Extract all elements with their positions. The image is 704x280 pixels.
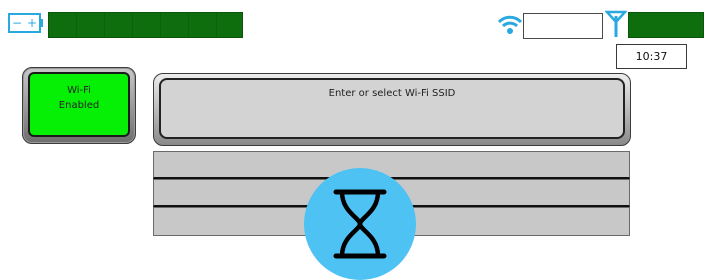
wifi-toggle-label-line1: Wi-Fi [67, 84, 91, 96]
wifi-toggle-face: Wi-Fi Enabled [28, 72, 130, 137]
svg-text:−: − [12, 16, 22, 30]
ssid-input-face: Enter or select Wi-Fi SSID [159, 78, 625, 139]
ssid-input[interactable]: Enter or select Wi-Fi SSID [153, 73, 631, 146]
clock: 10:37 [616, 44, 687, 69]
svg-text:+: + [27, 16, 37, 30]
wifi-enabled-toggle[interactable]: Wi-Fi Enabled [22, 67, 136, 144]
wifi-strength-indicator [523, 13, 603, 39]
ssid-placeholder: Enter or select Wi-Fi SSID [328, 88, 456, 99]
cellular-signal-bar [628, 12, 704, 38]
network-list-row[interactable] [153, 151, 630, 179]
antenna-icon [604, 10, 628, 38]
busy-indicator [304, 168, 416, 280]
wifi-signal-icon [497, 12, 523, 36]
battery-icon: − + [8, 12, 44, 34]
hourglass-icon [333, 189, 387, 259]
battery-level-bar [48, 12, 243, 38]
wifi-toggle-label-line2: Enabled [58, 99, 100, 111]
